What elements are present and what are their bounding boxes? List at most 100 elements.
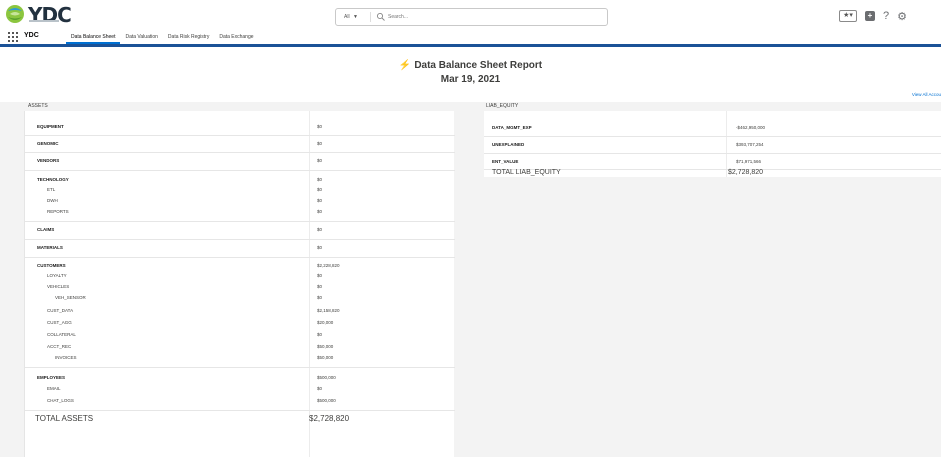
account-value: $20,000 (317, 320, 334, 325)
account-value: $0 (317, 124, 323, 129)
account-value: $0 (317, 295, 323, 300)
list-item: ENT_VALUE $71,971,566 (484, 159, 941, 169)
list-item: VEHICLES $0 (25, 284, 455, 294)
global-search: All ▼ (335, 8, 608, 26)
chevron-down-icon: ▼ (352, 14, 358, 20)
ydc-logo[interactable]: YDC (4, 3, 94, 27)
account-name: ACCT_REC (47, 344, 72, 349)
liab-equity-column-label: LIAB_EQUITY (486, 103, 519, 109)
account-name: VEH_SENSOR (55, 295, 86, 300)
logo-mark-icon (6, 5, 24, 23)
report-title-text: Data Balance Sheet Report (414, 60, 543, 71)
account-value: $393,707,254 (736, 142, 764, 147)
account-name: CLAIMS (37, 227, 55, 232)
global-actions-button[interactable]: + (865, 11, 875, 21)
account-value: $71,971,566 (736, 159, 762, 164)
total-assets-value: $2,728,820 (309, 414, 350, 423)
account-name: CUST_DATA (47, 308, 74, 313)
row-divider (25, 367, 455, 368)
row-divider (484, 153, 941, 154)
view-all-accounts-link[interactable]: View All Accou (912, 92, 941, 97)
account-value: $0 (317, 158, 323, 163)
total-liab-equity-value: $2,728,820 (728, 169, 764, 176)
account-name: DWH (47, 198, 58, 203)
global-header: YDC All ▼ ★▾ + ? ⚙ (0, 0, 941, 30)
favorites-button[interactable]: ★▾ (839, 10, 857, 22)
account-name: VENDORS (37, 158, 60, 163)
row-divider (25, 239, 455, 240)
row-divider (25, 170, 455, 171)
list-item: ACCT_REC $50,000 (25, 344, 455, 354)
account-name: EMAIL (47, 386, 61, 391)
list-item: CUST_AGG $20,000 (25, 320, 455, 330)
list-item: CUSTOMERS $2,228,820 (25, 263, 455, 273)
report-date: Mar 19, 2021 (440, 74, 501, 85)
row-divider (484, 136, 941, 137)
account-value: $0 (317, 273, 323, 278)
list-item: VENDORS $0 (25, 158, 455, 168)
tab-data-risk-registry[interactable]: Data Risk Registry (163, 30, 214, 44)
account-name: GENOMIC (37, 141, 59, 146)
account-value: $500,000 (317, 398, 336, 403)
plus-icon: + (867, 11, 873, 20)
account-name: CUST_AGG (47, 320, 72, 325)
setup-button[interactable]: ⚙ (897, 10, 907, 23)
account-name: COLLATERAL (47, 332, 76, 337)
account-value: $0 (317, 187, 323, 192)
logo-text: YDC (28, 3, 72, 27)
total-assets-label: TOTAL ASSETS (35, 414, 94, 423)
account-value: $2,228,820 (317, 263, 340, 268)
search-input[interactable] (388, 10, 588, 24)
account-name: ETL (47, 187, 56, 192)
list-item: INVOICES $50,000 (25, 355, 455, 365)
account-name: ENT_VALUE (492, 159, 519, 164)
account-name: INVOICES (55, 355, 77, 360)
report-page: ⚡ Data Balance Sheet Report Mar 19, 2021 … (0, 50, 941, 457)
total-liab-equity-label: TOTAL LIAB_EQUITY (492, 169, 561, 176)
search-scope-dropdown[interactable]: All ▼ (336, 9, 370, 25)
account-name: CUSTOMERS (37, 263, 66, 268)
total-liab-equity-row: TOTAL LIAB_EQUITY $2,728,820 (484, 169, 941, 179)
help-button[interactable]: ? (883, 10, 889, 22)
tab-data-balance-sheet[interactable]: Data Balance Sheet (66, 30, 121, 44)
tab-data-exchange[interactable]: Data Exchange (214, 30, 258, 44)
account-name: REPORTS (47, 209, 69, 214)
list-item: COLLATERAL $0 (25, 332, 455, 342)
account-name: EQUIPMENT (37, 124, 64, 129)
account-value: $50,000 (317, 355, 334, 360)
nav-tabs: Data Balance Sheet Data Valuation Data R… (66, 30, 259, 44)
list-item: CUST_DATA $2,158,820 (25, 308, 455, 318)
app-launcher-icon[interactable] (8, 32, 18, 42)
account-name: TECHNOLOGY (37, 177, 69, 182)
list-item: MATERIALS $0 (25, 245, 455, 255)
list-item: LOYALTY $0 (25, 273, 455, 283)
list-item: UNEXPLAINED $393,707,254 (484, 142, 941, 152)
report-title: ⚡ Data Balance Sheet Report (0, 60, 941, 71)
account-value: $0 (317, 386, 323, 391)
search-icon (376, 12, 385, 21)
app-name: YDC (24, 32, 39, 39)
account-name: MATERIALS (37, 245, 63, 250)
account-value: $0 (317, 284, 323, 289)
lightning-icon: ⚡ (398, 60, 412, 71)
assets-column-label: ASSETS (28, 103, 48, 109)
row-divider (25, 257, 455, 258)
list-item: REPORTS $0 (25, 209, 455, 219)
total-assets-row: TOTAL ASSETS $2,728,820 (25, 414, 455, 428)
search-separator (370, 12, 371, 22)
row-divider (25, 152, 455, 153)
list-item: DWH $0 (25, 198, 455, 208)
liab-equity-panel: DATA_MGMT_EXP -$462,950,000 UNEXPLAINED … (484, 111, 941, 177)
app-nav-bar: YDC Data Balance Sheet Data Valuation Da… (0, 30, 941, 47)
account-value: $50,000 (317, 344, 334, 349)
account-value: $0 (317, 227, 323, 232)
gear-icon: ⚙ (897, 10, 907, 23)
header-utility-icons: ★▾ + ? ⚙ (839, 8, 907, 24)
assets-panel: EQUIPMENT $0 GENOMIC $0 VENDORS $0 TECHN… (24, 111, 455, 457)
logo-underline (29, 20, 59, 22)
account-name: LOYALTY (47, 273, 67, 278)
tab-data-valuation[interactable]: Data Valuation (120, 30, 162, 44)
account-value: -$462,950,000 (736, 125, 766, 130)
row-divider (25, 410, 455, 411)
list-item: CLAIMS $0 (25, 227, 455, 237)
